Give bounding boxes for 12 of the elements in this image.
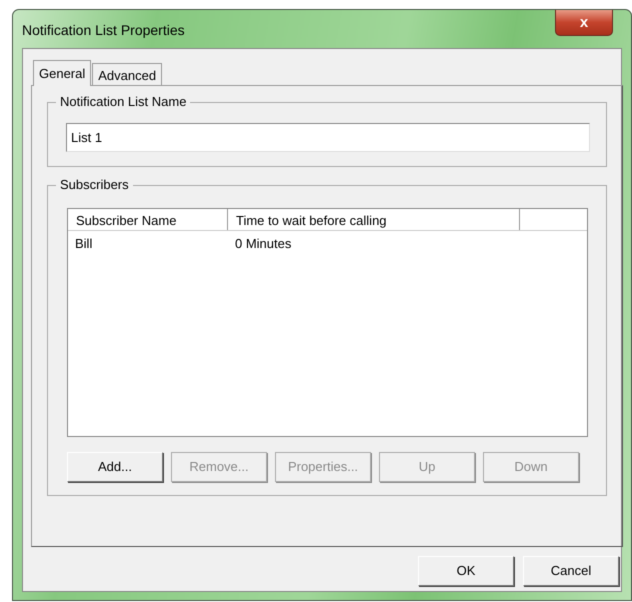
window-title: Notification List Properties <box>22 21 185 40</box>
ok-button[interactable]: OK <box>418 556 514 586</box>
add-button[interactable]: Add... <box>67 452 163 482</box>
column-header[interactable]: Subscriber Name <box>68 209 228 230</box>
cancel-button[interactable]: Cancel <box>523 556 619 586</box>
name-input-field[interactable]: List 1 <box>66 123 590 152</box>
list-cell-text: Bill <box>74 235 94 253</box>
column-header[interactable]: Time to wait before calling <box>228 209 520 230</box>
tab[interactable]: General <box>33 60 92 86</box>
list-cell-text: 0 Minutes <box>234 235 292 253</box>
tab[interactable]: Advanced <box>92 63 162 85</box>
close-button[interactable]: x <box>555 10 613 36</box>
